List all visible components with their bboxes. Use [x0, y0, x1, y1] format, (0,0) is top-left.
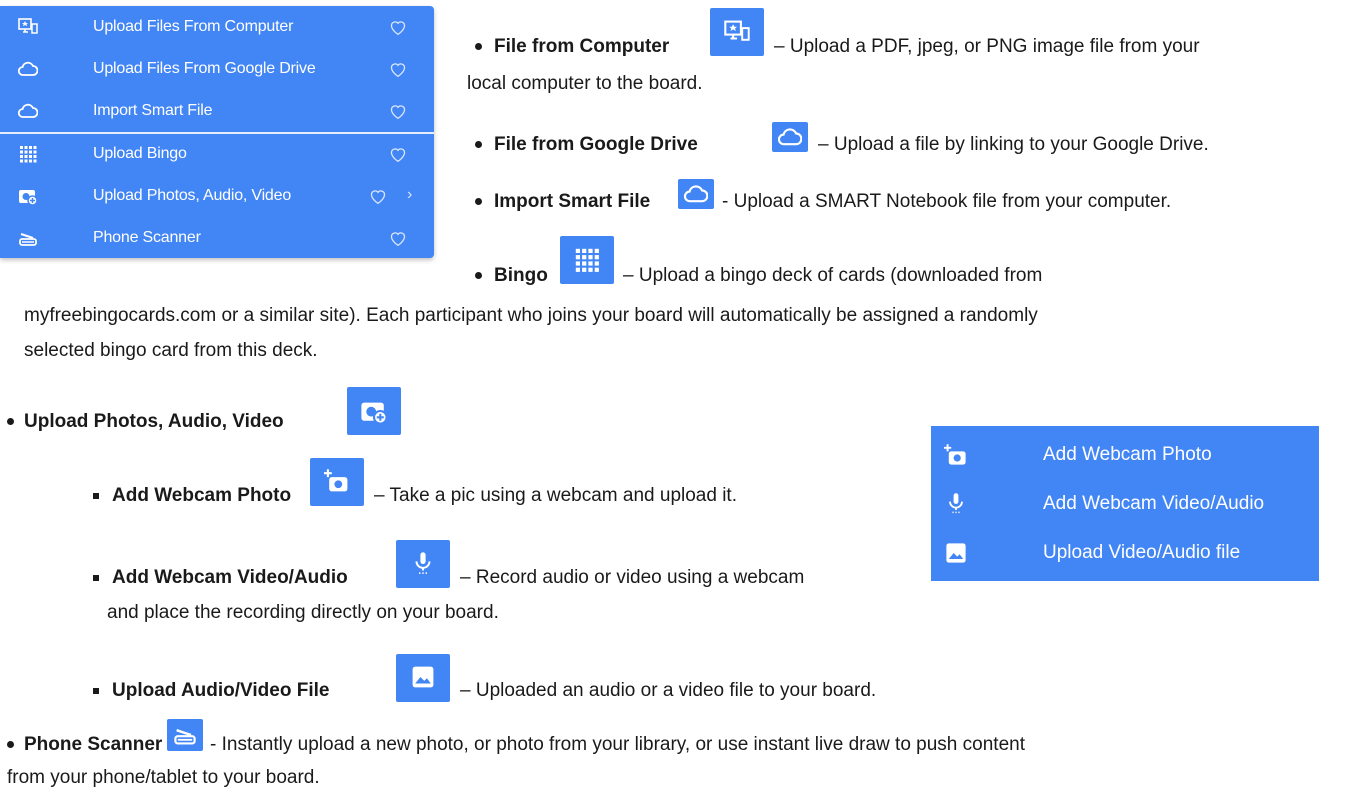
- bingo-desc: – Upload a bingo deck of cards (download…: [623, 265, 1043, 286]
- bullet: [475, 141, 482, 148]
- submenu-item-upload-file[interactable]: Upload Video/Audio file: [931, 530, 1319, 576]
- menu-item-upload-bingo[interactable]: Upload Bingo: [0, 133, 434, 175]
- scanner-title: Phone Scanner: [24, 734, 163, 755]
- heart-icon[interactable]: [368, 187, 388, 205]
- cloud-icon: [772, 122, 808, 152]
- image-icon: [946, 543, 966, 563]
- upload-menu: Upload Files From Computer Upload Files …: [0, 6, 434, 258]
- heart-icon[interactable]: [388, 102, 408, 120]
- chevron-right-icon: ›: [407, 186, 413, 203]
- file-computer-desc: – Upload a PDF, jpeg, or PNG image file …: [774, 36, 1200, 57]
- submenu-item-label: Add Webcam Photo: [1043, 444, 1212, 465]
- microphone-icon: [396, 540, 450, 588]
- menu-item-label: Upload Photos, Audio, Video: [93, 187, 292, 204]
- scanner-icon: [167, 719, 203, 751]
- bullet: [7, 418, 14, 425]
- submenu-item-label: Upload Video/Audio file: [1043, 542, 1241, 563]
- media-submenu: Add Webcam Photo Add Webcam Video/Audio …: [931, 426, 1319, 581]
- menu-item-import-smart[interactable]: Import Smart File: [0, 90, 434, 132]
- heart-icon[interactable]: [388, 60, 408, 78]
- webcam-photo-title: Add Webcam Photo: [112, 485, 292, 506]
- heart-icon[interactable]: [388, 145, 408, 163]
- smart-file-title: Import Smart File: [494, 191, 651, 212]
- scanner-desc: - Instantly upload a new photo, or photo…: [210, 734, 1025, 755]
- menu-item-label: Import Smart File: [93, 102, 213, 119]
- sub-bullet: [93, 493, 99, 499]
- bullet: [475, 43, 482, 50]
- webcam-photo-desc: – Take a pic using a webcam and upload i…: [374, 485, 737, 506]
- photo-plus-icon: [19, 190, 38, 206]
- file-computer-desc-cont: local computer to the board.: [467, 73, 703, 94]
- google-drive-desc: – Upload a file by linking to your Googl…: [818, 134, 1209, 155]
- bingo-title: Bingo: [494, 265, 548, 286]
- bingo-grid-icon: [560, 236, 614, 284]
- heart-icon[interactable]: [388, 18, 408, 36]
- bingo-desc-cont2: selected bingo card from this deck.: [24, 340, 318, 361]
- computer-upload-icon: [710, 8, 764, 56]
- bullet: [475, 198, 482, 205]
- upload-av-title: Upload Audio/Video File: [112, 680, 330, 701]
- camera-plus-icon: [944, 444, 966, 465]
- menu-item-upload-computer[interactable]: Upload Files From Computer: [0, 6, 434, 48]
- sub-bullet: [93, 575, 99, 581]
- submenu-item-label: Add Webcam Video/Audio: [1043, 493, 1265, 514]
- sub-bullet: [93, 688, 99, 694]
- webcam-video-desc-cont: and place the recording directly on your…: [107, 602, 499, 623]
- menu-item-google-drive[interactable]: Upload Files From Google Drive: [0, 48, 434, 90]
- bullet: [7, 741, 14, 748]
- smart-file-desc: - Upload a SMART Notebook file from your…: [722, 191, 1172, 212]
- menu-item-label: Upload Files From Google Drive: [93, 60, 316, 77]
- webcam-video-title: Add Webcam Video/Audio: [112, 567, 348, 588]
- menu-item-label: Upload Bingo: [93, 145, 187, 162]
- heart-icon[interactable]: [388, 229, 408, 247]
- menu-item-label: Upload Files From Computer: [93, 18, 294, 35]
- photos-title: Upload Photos, Audio, Video: [24, 411, 284, 432]
- menu-item-upload-photos[interactable]: Upload Photos, Audio, Video ›: [0, 175, 434, 217]
- image-icon: [396, 654, 450, 702]
- photo-plus-icon: [347, 387, 401, 435]
- cloud-icon: [678, 179, 714, 209]
- submenu-item-webcam-photo[interactable]: Add Webcam Photo: [931, 432, 1319, 478]
- submenu-item-webcam-video[interactable]: Add Webcam Video/Audio: [931, 481, 1319, 527]
- cloud-icon: [18, 61, 38, 76]
- scanner-icon: [19, 233, 37, 246]
- microphone-icon: [949, 493, 963, 514]
- menu-item-phone-scanner[interactable]: Phone Scanner: [0, 217, 434, 259]
- bingo-grid-icon: [20, 146, 37, 163]
- cloud-icon: [18, 103, 38, 118]
- bingo-desc-cont: myfreebingocards.com or a similar site).…: [24, 305, 1038, 326]
- scanner-desc-cont: from your phone/tablet to your board.: [7, 767, 320, 788]
- upload-av-desc: – Uploaded an audio or a video file to y…: [460, 680, 877, 701]
- webcam-video-desc: – Record audio or video using a webcam: [460, 567, 805, 588]
- bullet: [475, 272, 482, 279]
- camera-plus-icon: [310, 458, 364, 506]
- file-computer-title: File from Computer: [494, 36, 670, 57]
- menu-item-label: Phone Scanner: [93, 229, 201, 246]
- google-drive-title: File from Google Drive: [494, 134, 698, 155]
- computer-upload-icon: [18, 18, 38, 34]
